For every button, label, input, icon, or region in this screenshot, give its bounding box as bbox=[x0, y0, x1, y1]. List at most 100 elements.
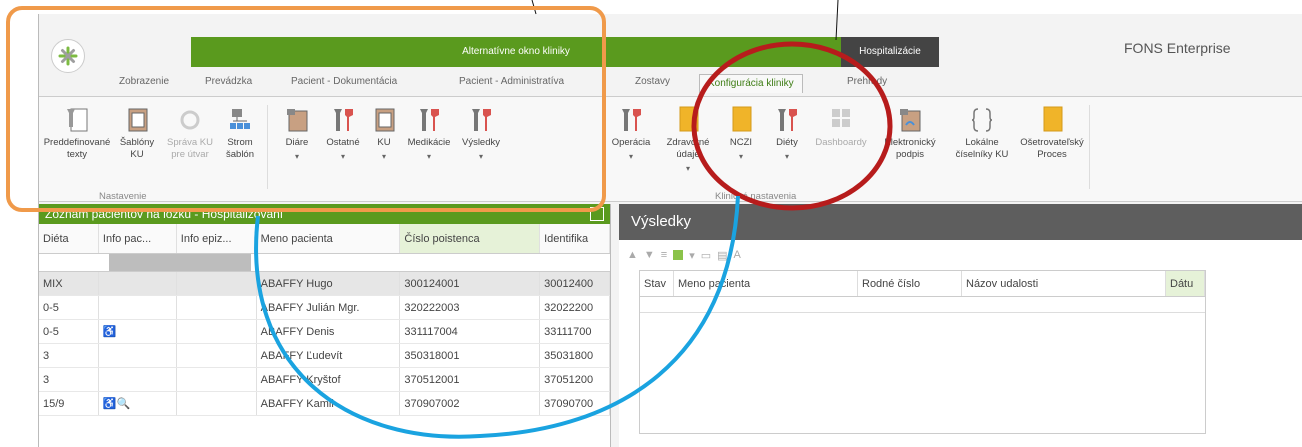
table-row[interactable]: MIX ABAFFY Hugo 300124001 30012400 bbox=[39, 272, 610, 296]
vysledky-button[interactable]: Výsledky ▾ bbox=[455, 103, 507, 163]
column-header-meno[interactable]: Meno pacienta bbox=[257, 224, 401, 253]
cell-dieta: 0-5 bbox=[39, 296, 99, 319]
patient-grid-header: Diéta Info pac... Info epiz... Meno paci… bbox=[39, 224, 610, 254]
cell-ident: 37051200 bbox=[540, 368, 610, 391]
ribbon-button-label: Diáre bbox=[285, 137, 309, 148]
lokalne-ciselniky-button[interactable]: Lokálne číselníky KU bbox=[947, 103, 1017, 161]
chevron-down-icon: ▾ bbox=[426, 152, 431, 161]
ribbon-button-label: Dashboardy bbox=[815, 137, 867, 148]
cell-info bbox=[99, 296, 177, 319]
ribbon-tabs: Zobrazenie Prevádzka Pacient - Dokumentá… bbox=[39, 74, 1302, 96]
ku-button[interactable]: KU ▾ bbox=[367, 103, 401, 163]
medikacie-button[interactable]: Medikácie ▾ bbox=[403, 103, 455, 163]
cell-cislo: 331117004 bbox=[400, 320, 541, 343]
dashboardy-button[interactable]: Dashboardy bbox=[811, 103, 871, 149]
ribbon-button-label: Ošetrovateľský Proces bbox=[1020, 137, 1084, 160]
column-header-stav[interactable]: Stav bbox=[640, 271, 674, 296]
tab-zostavy[interactable]: Zostavy bbox=[635, 76, 670, 87]
cell-info bbox=[99, 344, 177, 367]
column-header-meno-pacienta[interactable]: Meno pacienta bbox=[674, 271, 858, 296]
table-row[interactable]: 0-5 ♿ ABAFFY Denis 331117004 33111700 bbox=[39, 320, 610, 344]
table-row[interactable]: 0-5 ABAFFY Julián Mgr. 320222003 3202220… bbox=[39, 296, 610, 320]
tab-konfiguracia-kliniky[interactable]: Konfigurácia kliniky bbox=[699, 74, 803, 93]
column-header-nazov-udalosti[interactable]: Názov udalosti bbox=[962, 271, 1166, 296]
tab-prehlady[interactable]: Prehľady bbox=[847, 76, 887, 87]
cell-meno: ABAFFY Denis bbox=[257, 320, 401, 343]
patient-list-title-text: Zoznam pacientov na lôžku - Hospitalizov… bbox=[45, 207, 284, 221]
rectangle-icon[interactable]: ▭ bbox=[701, 249, 711, 262]
cell-dieta: 3 bbox=[39, 368, 99, 391]
column-header-cislo-poistenca[interactable]: Číslo poistenca bbox=[400, 224, 541, 253]
cell-ident: 30012400 bbox=[540, 272, 610, 295]
table-row[interactable]: 15/9 ♿🔍 ABAFFY Kamil 370907002 37090700 bbox=[39, 392, 610, 416]
app-window: Alternatívne okno kliniky Hospitalizácie… bbox=[38, 14, 1302, 447]
ribbon-button-label: KU bbox=[377, 137, 391, 148]
list-icon[interactable]: ≡ bbox=[661, 249, 667, 261]
column-header-dieta[interactable]: Diéta bbox=[39, 224, 99, 253]
sprava-ku-button[interactable]: Správa KU pre útvar bbox=[163, 103, 217, 161]
app-logo-icon[interactable] bbox=[51, 39, 85, 73]
zdravotne-udaje-button[interactable]: Zdravotné údaje ▾ bbox=[659, 103, 717, 175]
column-header-info-epiz[interactable]: Info epiz... bbox=[177, 224, 257, 253]
column-header-identifikator[interactable]: Identifika bbox=[540, 224, 610, 253]
maximize-icon[interactable] bbox=[590, 207, 604, 221]
cell-meno: ABAFFY Hugo bbox=[257, 272, 401, 295]
folder-icon bbox=[675, 103, 701, 133]
grid-icon[interactable]: ▤ bbox=[717, 249, 727, 262]
tools-icon bbox=[416, 103, 442, 133]
context-tab-alternative-window: Alternatívne okno kliniky bbox=[191, 37, 841, 67]
sablony-ku-button[interactable]: Šablóny KU bbox=[113, 103, 161, 161]
preddefinovane-texty-button[interactable]: Preddefinované texty bbox=[41, 103, 113, 161]
results-panel: Výsledky ▲ ▼ ≡ ▾ ▭ ▤ A Stav Meno pacient… bbox=[619, 204, 1302, 447]
cell-info bbox=[99, 272, 177, 295]
filter-cell[interactable] bbox=[109, 254, 251, 271]
bracket-icon bbox=[969, 103, 995, 133]
tab-pacient-administrativa[interactable]: Pacient - Administratíva bbox=[459, 76, 564, 87]
ostatne-button[interactable]: Ostatné ▾ bbox=[321, 103, 365, 163]
results-toolbar: ▲ ▼ ≡ ▾ ▭ ▤ A bbox=[619, 240, 1302, 270]
ribbon-button-label: NCZI bbox=[729, 137, 753, 148]
cell-meno: ABAFFY Ľudevít bbox=[257, 344, 401, 367]
tab-prevadzka[interactable]: Prevádzka bbox=[205, 76, 252, 87]
chevron-down-icon: ▾ bbox=[478, 152, 483, 161]
tab-pacient-dokumentacia[interactable]: Pacient - Dokumentácia bbox=[291, 76, 397, 87]
cell-info-epiz bbox=[177, 368, 257, 391]
cell-cislo: 370512001 bbox=[400, 368, 541, 391]
elektronicky-podpis-button[interactable]: Elektronický podpis bbox=[875, 103, 945, 161]
group-label-klinicke-nastavenia: Klinické nastavenia bbox=[715, 191, 797, 202]
diary-icon bbox=[284, 103, 310, 133]
ribbon-button-label: Zdravotné údaje bbox=[666, 137, 710, 160]
ribbon-button-label: Operácia bbox=[611, 137, 651, 148]
filter-row[interactable] bbox=[39, 254, 610, 272]
cell-ident: 33111700 bbox=[540, 320, 610, 343]
diare-button[interactable]: Diáre ▾ bbox=[275, 103, 319, 163]
results-filter-row[interactable] bbox=[640, 297, 1205, 313]
operacia-button[interactable]: Operácia ▾ bbox=[607, 103, 655, 163]
diety-button[interactable]: Diéty ▾ bbox=[767, 103, 807, 163]
text-icon[interactable]: A bbox=[734, 249, 741, 261]
strom-sablon-button[interactable]: Strom šablón bbox=[217, 103, 263, 161]
arrow-up-icon[interactable]: ▲ bbox=[627, 249, 638, 261]
column-header-rodne-cislo[interactable]: Rodné číslo bbox=[858, 271, 962, 296]
highlight-icon[interactable] bbox=[673, 250, 684, 260]
signature-icon bbox=[897, 103, 923, 133]
ribbon-button-label: Výsledky bbox=[461, 137, 500, 148]
tab-zobrazenie[interactable]: Zobrazenie bbox=[119, 76, 169, 87]
results-grid-header: Stav Meno pacienta Rodné číslo Názov uda… bbox=[640, 271, 1205, 297]
osetrovatelsky-proces-button[interactable]: Ošetrovateľský Proces bbox=[1017, 103, 1087, 161]
chevron-down-icon: ▾ bbox=[628, 152, 633, 161]
table-row[interactable]: 3 ABAFFY Ľudevít 350318001 35031800 bbox=[39, 344, 610, 368]
chevron-down-icon[interactable]: ▾ bbox=[689, 249, 695, 262]
column-header-info-pac[interactable]: Info pac... bbox=[99, 224, 177, 253]
dashboard-icon bbox=[828, 103, 854, 133]
cell-cislo: 370907002 bbox=[400, 392, 541, 415]
results-grid: Stav Meno pacienta Rodné číslo Názov uda… bbox=[639, 270, 1206, 434]
column-header-datum[interactable]: Dátu bbox=[1166, 271, 1205, 296]
table-row[interactable]: 3 ABAFFY Kryštof 370512001 37051200 bbox=[39, 368, 610, 392]
cell-info-epiz bbox=[177, 344, 257, 367]
nczi-button[interactable]: NCZI ▾ bbox=[721, 103, 761, 163]
ribbon-button-label: Správa KU pre útvar bbox=[167, 137, 213, 160]
chevron-down-icon: ▾ bbox=[381, 152, 386, 161]
ribbon-button-label: Diéty bbox=[776, 137, 798, 148]
arrow-down-icon[interactable]: ▼ bbox=[644, 249, 655, 261]
